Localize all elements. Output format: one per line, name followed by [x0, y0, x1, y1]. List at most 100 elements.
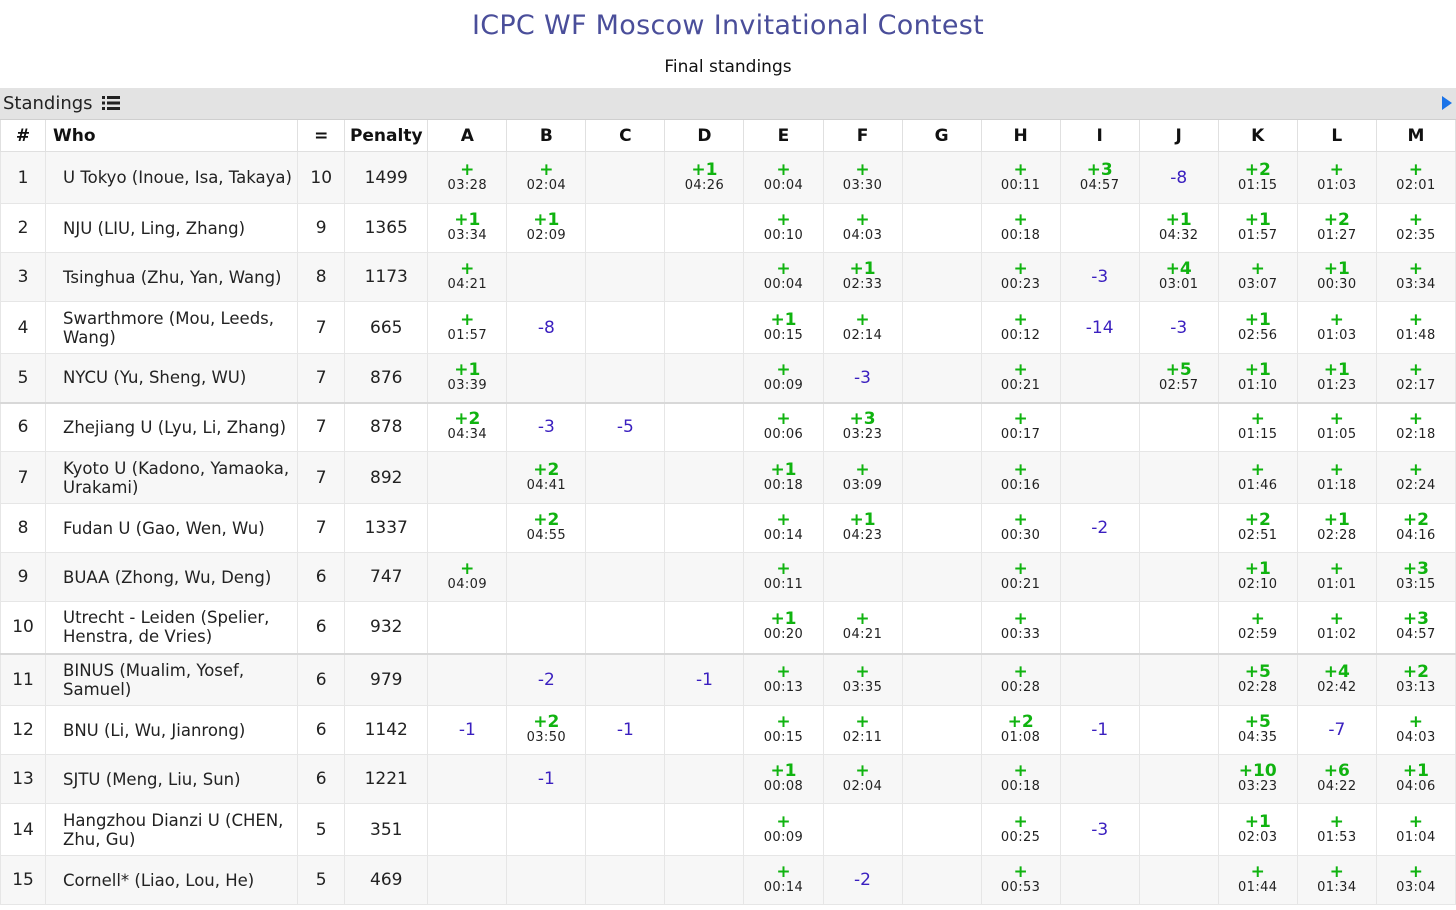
problem-header-e[interactable]: E — [743, 120, 824, 152]
problem-cell — [585, 301, 666, 354]
problem-cell: +04:21 — [822, 601, 903, 654]
standings-body: 1U Tokyo (Inoue, Isa, Takaya) 10 1499 +03:2… — [0, 151, 1456, 905]
accepted-mark: + — [1013, 559, 1028, 579]
standings-label[interactable]: Standings — [3, 93, 121, 114]
problem-cell — [664, 401, 745, 452]
problem-cell: -3 — [1059, 252, 1140, 302]
rank-header[interactable]: # — [0, 120, 47, 152]
problem-cell: +00:33 — [980, 601, 1061, 654]
accepted-time: 02:35 — [1396, 228, 1436, 243]
team-name[interactable]: NJU (LIU, Ling, Zhang) — [45, 203, 299, 253]
problem-cell: +1 04:23 — [822, 503, 903, 553]
accepted-mark: + — [1329, 459, 1344, 480]
penalty-header[interactable]: Penalty — [344, 120, 429, 152]
solved-header[interactable]: = — [297, 120, 346, 152]
accepted-time: 02:33 — [842, 277, 883, 292]
problem-header-a[interactable]: A — [427, 120, 508, 152]
team-name[interactable]: BINUS (Mualim, Yosef, Samuel) — [45, 652, 299, 706]
accepted-time: 04:57 — [1079, 177, 1120, 193]
accepted-mark: +1 — [1323, 510, 1350, 530]
standings-table: # Who = Penalty ABCDEFGHIJKLM 1U Tokyo (… — [0, 120, 1456, 905]
penalty-value: 1337 — [344, 503, 429, 553]
accepted-mark: +5 — [1244, 712, 1271, 732]
accepted-mark: + — [460, 259, 475, 279]
problem-cell: +00:28 — [980, 652, 1061, 706]
team-name[interactable]: Hangzhou Dianzi U (CHEN, Zhu, Gu) — [45, 803, 299, 856]
problem-cell: +2 01:08 — [980, 705, 1061, 755]
penalty-value: 1221 — [344, 754, 429, 804]
problem-header-g[interactable]: G — [901, 120, 982, 152]
team-name[interactable]: U Tokyo (Inoue, Isa, Takaya) — [45, 151, 299, 204]
problem-cell: +03:30 — [822, 151, 903, 204]
problem-header-d[interactable]: D — [664, 120, 745, 152]
rank-cell: 6 — [0, 401, 47, 452]
problem-header-l[interactable]: L — [1296, 120, 1377, 152]
problem-cell: +00:25 — [980, 803, 1061, 856]
problem-header-f[interactable]: F — [822, 120, 903, 152]
rejected-attempts: -5 — [616, 417, 634, 438]
accepted-mark: + — [1408, 159, 1424, 180]
problem-cell: +1 03:34 — [427, 203, 508, 253]
problem-cell: +1 02:33 — [822, 252, 903, 302]
problem-cell: -3 — [1059, 803, 1140, 856]
accepted-time: 00:11 — [1000, 177, 1041, 193]
accepted-time: 03:34 — [447, 228, 488, 243]
accepted-mark: + — [1408, 309, 1424, 330]
team-name[interactable]: Cornell* (Liao, Lou, He) — [45, 855, 299, 905]
team-name[interactable]: Fudan U (Gao, Wen, Wu) — [45, 503, 299, 553]
problem-header-i[interactable]: I — [1059, 120, 1140, 152]
accepted-time: 04:16 — [1396, 528, 1436, 543]
problem-cell — [664, 252, 745, 302]
solved-count: 10 — [297, 151, 346, 204]
accepted-mark: + — [1013, 409, 1028, 430]
solved-count: 7 — [297, 353, 346, 403]
team-name[interactable]: SJTU (Meng, Liu, Sun) — [45, 754, 299, 804]
problem-cell: +4 02:42 — [1296, 652, 1377, 706]
problem-cell: +1 00:18 — [743, 451, 824, 504]
problem-cell — [901, 601, 982, 654]
team-header[interactable]: Who — [45, 120, 299, 152]
team-name[interactable]: Tsinghua (Zhu, Yan, Wang) — [45, 252, 299, 302]
problem-header-b[interactable]: B — [506, 120, 587, 152]
team-name[interactable]: BNU (Li, Wu, Jianrong) — [45, 705, 299, 755]
team-name[interactable]: Zhejiang U (Lyu, Li, Zhang) — [45, 401, 299, 452]
accepted-mark: + — [776, 210, 791, 230]
team-name[interactable]: Utrecht - Leiden (Spelier, Henstra, de V… — [45, 601, 299, 654]
table-row: 7 Kyoto U (Kadono, Yamaoka, Urakami) 7 892 +… — [0, 451, 1456, 504]
problem-cell: +02:17 — [1375, 353, 1456, 403]
team-name[interactable]: NYCU (Yu, Sheng, WU) — [45, 353, 299, 403]
problem-cell — [506, 252, 587, 302]
problem-cell: +2 03:50 — [506, 705, 587, 755]
problem-cell: +3 03:23 — [822, 401, 903, 452]
accepted-mark: + — [1013, 159, 1028, 180]
problem-header-k[interactable]: K — [1217, 120, 1298, 152]
solved-count: 6 — [297, 552, 346, 602]
team-name[interactable]: Kyoto U (Kadono, Yamaoka, Urakami) — [45, 451, 299, 504]
problem-cell: +1 00:30 — [1296, 252, 1377, 302]
accepted-time: 00:15 — [763, 730, 804, 745]
problem-cell: +03:09 — [822, 451, 903, 504]
problem-header-c[interactable]: C — [585, 120, 666, 152]
accepted-mark: + — [460, 159, 475, 180]
team-name[interactable]: Swarthmore (Mou, Leeds, Wang) — [45, 301, 299, 354]
expand-arrow-icon[interactable] — [1442, 96, 1452, 110]
problem-header-m[interactable]: M — [1375, 120, 1456, 152]
problem-header-h[interactable]: H — [980, 120, 1061, 152]
accepted-time: 01:46 — [1238, 477, 1278, 493]
accepted-time: 02:09 — [526, 228, 567, 243]
problem-cell — [901, 151, 982, 204]
problem-cell: +01:44 — [1217, 855, 1298, 905]
accepted-time: 02:17 — [1396, 377, 1436, 393]
team-name[interactable]: BUAA (Zhong, Wu, Deng) — [45, 552, 299, 602]
rejected-attempts: -1 — [537, 769, 555, 789]
problem-cell — [664, 353, 745, 403]
table-row: 11 BINUS (Mualim, Yosef, Samuel) 6 979 -2 -1 +… — [0, 652, 1456, 706]
accepted-time: 00:33 — [1000, 627, 1041, 643]
problem-header-j[interactable]: J — [1138, 120, 1219, 152]
accepted-mark: + — [1013, 510, 1028, 530]
accepted-time: 01:04 — [1396, 829, 1436, 845]
accepted-mark: + — [1408, 359, 1424, 380]
table-row: 6 Zhejiang U (Lyu, Li, Zhang) 7 878 +2 04:34-… — [0, 401, 1456, 452]
accepted-time: 01:08 — [1000, 730, 1041, 745]
problem-cell — [427, 652, 508, 706]
